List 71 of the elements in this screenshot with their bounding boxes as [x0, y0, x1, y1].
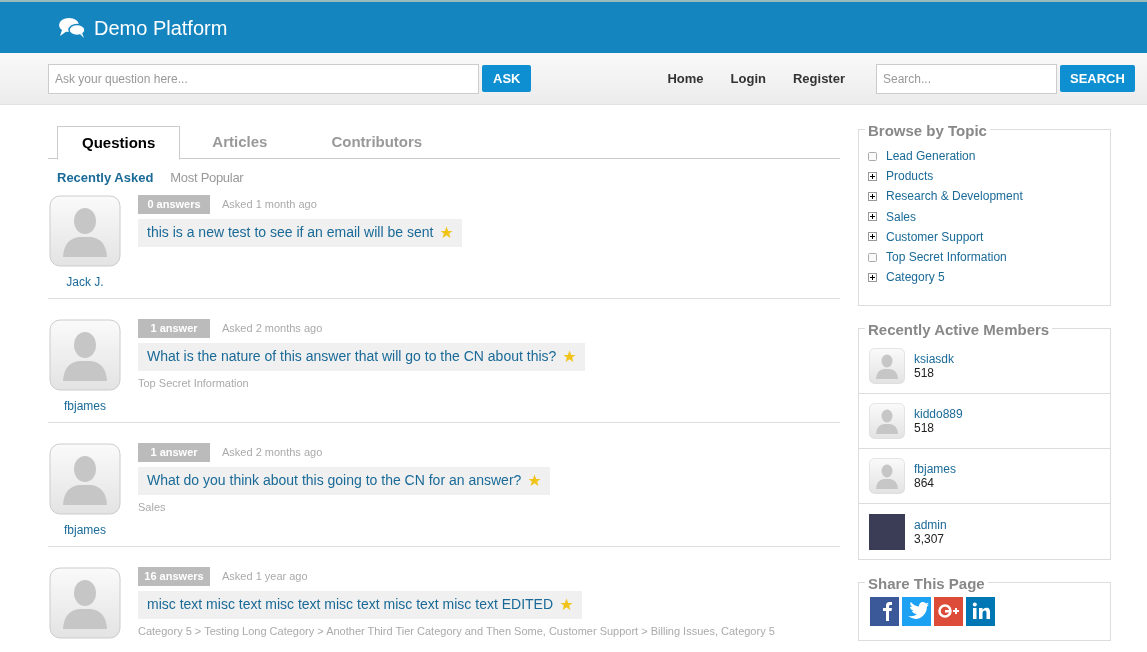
asked-time: Asked 2 months ago [222, 320, 323, 336]
nav-link[interactable]: Login [730, 68, 766, 89]
author-link[interactable]: fbjames [64, 520, 106, 539]
member-points: 3,307 [914, 531, 946, 546]
topic-link[interactable]: Customer Support [886, 227, 984, 246]
twitter-icon[interactable] [902, 597, 931, 627]
answer-count: 16 answers [138, 566, 210, 586]
author-link[interactable]: Jack J. [66, 272, 104, 291]
checkbox-icon[interactable] [868, 252, 877, 262]
star-icon [528, 474, 542, 487]
asked-time: Asked 1 year ago [222, 568, 308, 584]
answer-count: 1 answer [138, 318, 210, 338]
topic-link[interactable]: Lead Generation [886, 147, 976, 166]
expand-icon[interactable] [868, 232, 877, 242]
filter-tab[interactable]: Recently Asked [57, 168, 154, 188]
member-link[interactable]: fbjames [914, 462, 957, 477]
star-icon [560, 598, 574, 611]
avatar-icon [869, 348, 905, 385]
member-link[interactable]: admin [914, 517, 947, 532]
expand-icon[interactable] [868, 191, 877, 201]
search-field[interactable]: Search... [876, 63, 1057, 94]
author-link[interactable]: fbjames [64, 396, 106, 415]
star-icon [563, 350, 577, 363]
answer-count: 0 answers [138, 194, 210, 214]
ask-button[interactable]: ASK [482, 65, 532, 92]
search-button[interactable]: SEARCH [1060, 65, 1135, 92]
asked-time: Asked 1 month ago [222, 196, 317, 212]
topic-link[interactable]: Research & Development [886, 187, 1023, 206]
linkedin-icon[interactable] [966, 597, 995, 627]
topic-link[interactable]: Category 5 [886, 268, 945, 287]
avatar-icon [49, 318, 121, 391]
star-icon [440, 226, 454, 239]
expand-icon[interactable] [868, 272, 877, 282]
google-plus-icon[interactable] [934, 597, 963, 627]
question-title: misc text misc text misc text misc text misc text misc text EDITED [147, 595, 554, 614]
question-title: What do you think about this going to the CN for an answer? [147, 471, 522, 490]
avatar-icon [49, 194, 121, 267]
expand-icon[interactable] [868, 171, 877, 181]
avatar-icon [49, 566, 121, 639]
expand-icon[interactable] [868, 212, 877, 222]
avatar-icon [869, 403, 905, 440]
nav-link[interactable]: Home [667, 68, 704, 89]
member-points: 864 [914, 476, 936, 491]
avatar-icon [49, 442, 121, 515]
question-link[interactable]: misc text misc text misc text misc text misc text misc text EDITED [138, 590, 583, 619]
answer-count: 1 answer [138, 442, 210, 462]
member-points: 518 [914, 366, 936, 381]
question-input-field[interactable]: Ask your question here... [48, 63, 479, 94]
topic-link[interactable]: Products [886, 167, 934, 186]
question-title: What is the nature of this answer that will go to the CN about this? [147, 347, 557, 366]
category-path: Top Secret Information [138, 375, 249, 391]
topic-link[interactable]: Top Secret Information [886, 248, 1007, 267]
nav-link[interactable]: Register [792, 68, 845, 89]
checkbox-icon[interactable] [868, 151, 877, 161]
member-link[interactable]: ksiasdk [914, 352, 954, 367]
question-link[interactable]: What is the nature of this answer that will go to the CN about this? [138, 342, 586, 371]
category-path: Category 5 > Testing Long Category > Another Third Tier Category and Then Some, Customer Support > Billing Issues, Category 5 [138, 623, 775, 639]
tab[interactable]: Questions [57, 126, 181, 160]
asked-time: Asked 2 months ago [222, 444, 323, 460]
topic-link[interactable]: Sales [886, 207, 917, 226]
question-title: this is a new test to see if an email will be sent [147, 223, 434, 242]
photo-placeholder [869, 513, 905, 550]
avatar-icon [869, 458, 905, 495]
category-path: Sales [138, 499, 166, 515]
member-link[interactable]: kiddo889 [914, 407, 963, 422]
member-points: 518 [914, 421, 936, 436]
question-link[interactable]: What do you think about this going to the CN for an answer? [138, 466, 551, 495]
question-link[interactable]: this is a new test to see if an email will be sent [138, 218, 463, 247]
facebook-icon[interactable] [870, 597, 899, 627]
chat-bubbles-icon [58, 16, 86, 39]
site-title[interactable]: Demo Platform [94, 12, 228, 43]
